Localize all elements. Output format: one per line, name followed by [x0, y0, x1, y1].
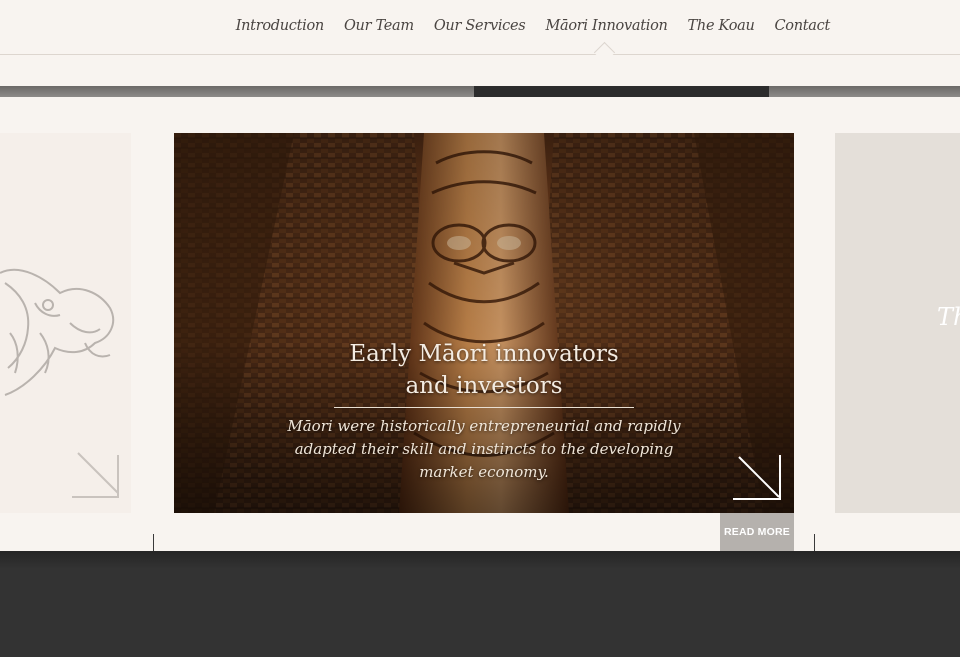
- nav-contact[interactable]: Contact: [775, 18, 831, 34]
- slide-title-line-1: Early Māori innovators: [349, 341, 619, 367]
- nav-our-team[interactable]: Our Team: [344, 18, 414, 34]
- nav-introduction[interactable]: Introduction: [236, 18, 325, 34]
- footer: [0, 551, 960, 657]
- nav-our-services[interactable]: Our Services: [434, 18, 526, 34]
- previous-slide-sketch: [0, 268, 119, 498]
- slide-description: Māori were historically entrepreneurial …: [287, 417, 681, 481]
- featured-slide[interactable]: Early Māori innovators and investors Māo…: [174, 133, 794, 513]
- slider-divider-right: [814, 534, 815, 551]
- previous-slide-panel[interactable]: [0, 133, 131, 513]
- slide-title-line-2: and investors: [405, 373, 563, 399]
- main-nav: Introduction Our Team Our Services Māori…: [236, 18, 831, 34]
- slider-divider-left: [153, 534, 154, 551]
- top-nav-bar: Introduction Our Team Our Services Māori…: [0, 0, 960, 55]
- slide-title: Early Māori innovators and investors: [174, 338, 794, 402]
- nav-the-koau[interactable]: The Koau: [688, 18, 755, 34]
- next-slide-panel[interactable]: Th: [835, 133, 960, 513]
- nav-maori-innovation[interactable]: Māori Innovation: [545, 18, 667, 34]
- read-more-button[interactable]: READ MORE: [720, 513, 794, 551]
- arrow-down-right-icon[interactable]: [731, 453, 783, 503]
- sub-bar: [0, 55, 960, 86]
- title-divider: [334, 407, 634, 408]
- next-slide-title: Th: [937, 303, 960, 331]
